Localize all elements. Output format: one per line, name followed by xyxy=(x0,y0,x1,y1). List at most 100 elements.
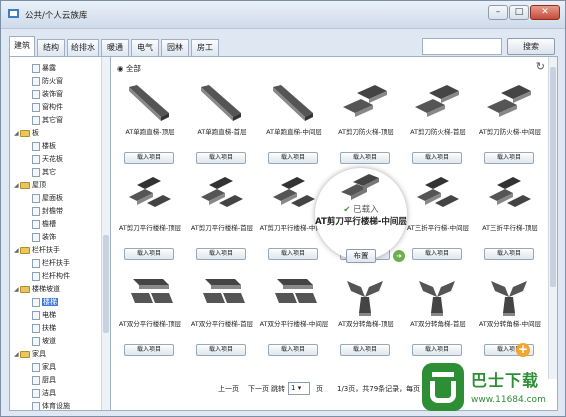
tree-scroll-thumb[interactable] xyxy=(103,235,109,333)
tree-node[interactable]: 檐槽 xyxy=(26,219,56,229)
tree-node[interactable]: 屋面板 xyxy=(26,193,63,203)
tree-scrollbar[interactable] xyxy=(101,57,110,410)
tree-node[interactable]: 其它窗 xyxy=(26,115,63,125)
folder-icon xyxy=(20,181,30,189)
tree-node[interactable]: 楼梯 xyxy=(26,297,58,307)
tree-node[interactable]: 装饰窗 xyxy=(26,89,63,99)
tree-node[interactable]: ◢ 家具 xyxy=(14,349,46,359)
tree-node[interactable]: ◢ 屋顶 xyxy=(14,180,46,190)
tree-node[interactable]: 电梯 xyxy=(26,310,56,320)
stair-thumbnail xyxy=(343,85,387,117)
family-card[interactable]: AT双分转角梯-中间层 载入项目 xyxy=(475,273,545,371)
tab-0[interactable]: 建筑 xyxy=(9,36,35,56)
tree-node[interactable]: 洁具 xyxy=(26,388,56,398)
tree-node[interactable]: 楼板 xyxy=(26,141,56,151)
family-card[interactable]: AT剪刀防火梯-中间层 载入项目 xyxy=(475,81,545,179)
tree-node-label: 电梯 xyxy=(42,311,56,319)
refresh-icon[interactable]: ↻ xyxy=(536,60,545,73)
tree-node-label: 窗构件 xyxy=(42,103,63,111)
tree-node[interactable]: 厨具 xyxy=(26,375,56,385)
tree-node[interactable]: 防火窗 xyxy=(26,76,63,86)
tree-node-label: 体育设施 xyxy=(42,402,70,410)
prev-page-link[interactable]: 上一页 xyxy=(218,384,239,394)
tree-node[interactable]: 栏杆构件 xyxy=(26,271,70,281)
tab-3[interactable]: 暖通 xyxy=(101,39,129,56)
place-button[interactable]: 布置 xyxy=(346,249,376,263)
close-button[interactable]: ✕ xyxy=(530,5,560,20)
tree-node[interactable]: ◢ 栏杆扶手 xyxy=(14,245,60,255)
stair-thumbnail xyxy=(273,85,313,121)
search-input[interactable] xyxy=(422,38,502,55)
load-project-button[interactable]: 载入项目 xyxy=(484,248,534,260)
family-file-icon xyxy=(32,258,40,268)
family-card[interactable]: AT双分平行楼梯-顶层 载入项目 xyxy=(115,273,185,371)
page-select-value: 1 xyxy=(291,384,296,392)
grid-scroll-thumb[interactable] xyxy=(550,67,556,287)
load-project-button[interactable]: 载入项目 xyxy=(268,344,318,356)
family-name: AT双分转角梯-顶层 xyxy=(338,320,394,328)
tree-node[interactable]: 窗构件 xyxy=(26,102,63,112)
load-project-button[interactable]: 载入项目 xyxy=(124,248,174,260)
tab-1[interactable]: 结构 xyxy=(37,39,65,56)
load-project-button[interactable]: 载入项目 xyxy=(196,248,246,260)
minimize-button[interactable]: – xyxy=(488,5,508,20)
family-card[interactable]: AT单跑直梯-中间层 载入项目 xyxy=(259,81,329,179)
load-project-button[interactable]: 载入项目 xyxy=(196,152,246,164)
tree-node[interactable]: 扶梯 xyxy=(26,323,56,333)
load-project-button[interactable]: 载入项目 xyxy=(124,152,174,164)
tree-node[interactable]: 家具 xyxy=(26,362,56,372)
family-card[interactable]: AT双分平行楼梯-中间层 载入项目 xyxy=(259,273,329,371)
family-card[interactable]: AT单跑直梯-顶层 载入项目 xyxy=(115,81,185,179)
watermark-brand: 巴士下载 xyxy=(471,371,540,390)
search-button[interactable]: 搜索 xyxy=(507,38,555,55)
tree-node[interactable]: 其它 xyxy=(26,167,56,177)
family-card[interactable]: AT双分平行楼梯-首层 载入项目 xyxy=(187,273,257,371)
grid-scrollbar[interactable] xyxy=(548,57,557,379)
tree-node[interactable]: ◢ 楼梯坡道 xyxy=(14,284,60,294)
family-card[interactable]: AT三折平行梯-中间层 载入项目 xyxy=(403,177,473,275)
maximize-button[interactable]: □ xyxy=(509,5,529,20)
family-card[interactable]: AT剪刀防火梯-顶层载入项目 xyxy=(331,81,401,179)
tree-node-label: 扶梯 xyxy=(42,324,56,332)
tree-node[interactable]: 天花板 xyxy=(26,154,63,164)
load-project-button[interactable]: 载入项目 xyxy=(196,344,246,356)
family-card[interactable]: AT单跑直梯-首层 载入项目 xyxy=(187,81,257,179)
tree-node[interactable]: 暴露 xyxy=(26,63,56,73)
family-card[interactable]: AT双分转角梯-首层 载入项目 xyxy=(403,273,473,371)
family-card[interactable]: AT剪刀防火梯-首层 载入项目 xyxy=(403,81,473,179)
load-project-button[interactable]: 载入项目 xyxy=(412,152,462,164)
family-card[interactable]: AT剪刀平行楼梯-顶层 载入项目 xyxy=(115,177,185,275)
tab-5[interactable]: 园林 xyxy=(161,39,189,56)
tab-6[interactable]: 房工 xyxy=(191,39,219,56)
family-card[interactable]: AT剪刀平行楼梯-首层载入项目 xyxy=(187,177,257,275)
tab-4[interactable]: 电气 xyxy=(131,39,159,56)
load-project-button[interactable]: 载入项目 xyxy=(412,344,462,356)
next-page-link[interactable]: 下一页 xyxy=(248,384,269,394)
family-file-icon xyxy=(32,401,40,410)
add-icon[interactable]: + xyxy=(516,343,530,357)
loaded-status-text: 已载入 xyxy=(353,205,379,215)
tree-node[interactable]: 装饰 xyxy=(26,232,56,242)
load-project-button[interactable]: 载入项目 xyxy=(484,152,534,164)
load-project-button[interactable]: 载入项目 xyxy=(124,344,174,356)
tree-node[interactable]: 栏杆扶手 xyxy=(26,258,70,268)
load-project-button[interactable]: 载入项目 xyxy=(268,152,318,164)
tree-node[interactable]: ◢ 板 xyxy=(14,128,39,138)
family-card[interactable]: AT双分转角梯-顶层载入项目 xyxy=(331,273,401,371)
load-project-button[interactable]: 载入项目 xyxy=(340,152,390,164)
family-name: AT剪刀防火梯-顶层 xyxy=(338,128,394,136)
load-project-button[interactable]: 载入项目 xyxy=(412,248,462,260)
load-project-button[interactable]: 载入项目 xyxy=(268,248,318,260)
go-arrow-icon[interactable]: ➜ xyxy=(393,250,405,262)
family-card[interactable]: AT三折平行梯-顶层 载入项目 xyxy=(475,177,545,275)
page-select[interactable]: 1 ▾ xyxy=(288,382,310,395)
scope-filter[interactable]: ◉ 全部 xyxy=(117,63,141,74)
load-project-button[interactable]: 载入项目 xyxy=(340,344,390,356)
tree-node[interactable]: 封檐带 xyxy=(26,206,63,216)
tree-node-label: 封檐带 xyxy=(42,207,63,215)
folder-icon xyxy=(20,246,30,254)
tab-2[interactable]: 给排水 xyxy=(67,39,99,56)
tree-node[interactable]: 坡道 xyxy=(26,336,56,346)
tree-node-label: 楼梯坡道 xyxy=(32,285,60,293)
tree-node[interactable]: 体育设施 xyxy=(26,401,70,410)
